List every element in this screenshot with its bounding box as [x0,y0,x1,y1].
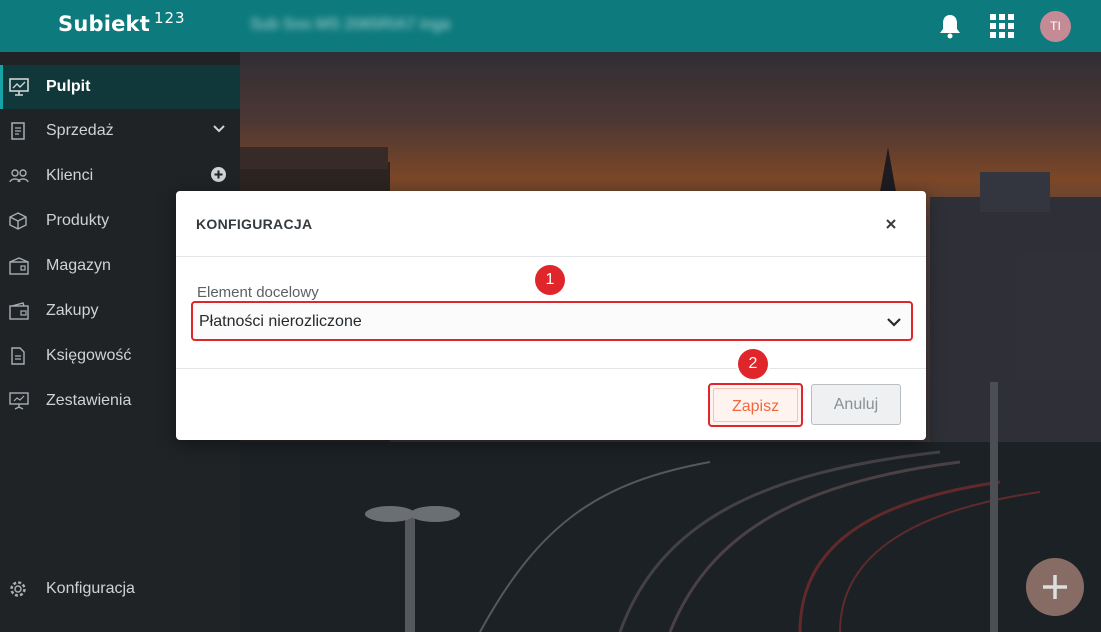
field-label: Element docelowy [197,284,319,301]
sidebar-item-label: Klienci [46,167,94,184]
sidebar-item-label: Księgowość [46,347,132,364]
user-avatar[interactable]: TI [1040,11,1071,42]
app-logo[interactable]: Subiekt 123 [58,9,186,36]
modal-header-divider [176,256,926,257]
save-button-label: Zapisz [713,388,798,422]
sidebar-item-label: Zestawienia [46,392,132,409]
app-logo-sup: 123 [153,9,186,27]
gear-icon [9,580,27,603]
top-bar: Subiekt 123 Sub Soo MS 2065RIA7 inga TI [0,0,1101,52]
sidebar-item-label: Zakupy [46,302,99,319]
bell-icon[interactable] [938,13,962,44]
save-button[interactable]: Zapisz [708,383,803,427]
cancel-button[interactable]: Anuluj [811,384,901,425]
apps-grid-icon[interactable] [990,14,1014,43]
step-marker-1: 1 [535,265,565,295]
users-icon [9,167,29,190]
sidebar-item-pulpit[interactable]: Pulpit [0,65,240,109]
box-icon [9,212,27,235]
modal-title: KONFIGURACJA [196,216,313,232]
sidebar-item-label: Magazyn [46,257,111,274]
step-marker-2: 2 [738,349,768,379]
sidebar-item-label: Sprzedaż [46,122,114,139]
add-circle-icon[interactable] [211,167,226,187]
presentation-icon [9,392,29,415]
sidebar-item-sprzedaz[interactable]: Sprzedaż [0,109,240,153]
monitor-icon [9,78,29,101]
sidebar-item-konfiguracja[interactable]: Konfiguracja [0,567,240,611]
configuration-modal: KONFIGURACJA Element docelowy Płatności … [176,191,926,440]
select-value: Płatności nierozliczone [199,313,362,330]
modal-footer-divider [176,368,926,369]
sidebar-item-label: Produkty [46,212,110,229]
warehouse-icon [9,257,29,280]
wallet-icon [9,302,29,325]
document-icon [9,347,27,370]
company-name: Sub Soo MS 2065RIA7 inga [250,16,451,33]
target-element-select[interactable]: Płatności nierozliczone [191,301,913,341]
fab-add-button[interactable] [1026,558,1084,616]
chevron-down-icon[interactable] [212,122,226,141]
chevron-down-icon [886,315,902,333]
close-icon[interactable] [885,217,897,235]
sidebar-item-label: Pulpit [46,78,91,95]
receipt-icon [9,122,27,145]
sidebar-item-label: Konfiguracja [46,580,135,597]
